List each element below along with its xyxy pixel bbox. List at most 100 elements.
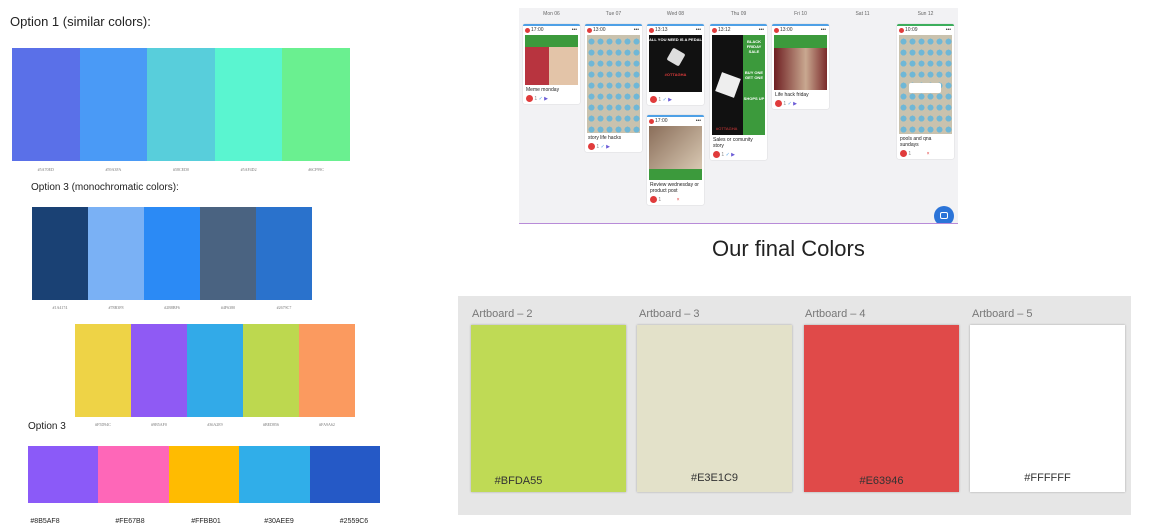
artboard-panel: Artboard – 2 #BFDA55 Artboard – 3 #E3E1C… [458, 296, 1131, 515]
comment-count: 1 [783, 101, 787, 107]
day-label-fri: Fri 10 [794, 11, 807, 17]
chat-icon[interactable] [934, 206, 954, 223]
ad-brand: #OTTAGHA [664, 72, 687, 77]
avatar [588, 143, 595, 151]
post-card-sun[interactable]: 10:09 ••• pools and qna sundays 1 × [897, 24, 954, 159]
hex-label: #1A4174 [52, 305, 68, 310]
hex-label: #9B5AF0 [151, 422, 167, 427]
ad-brand: #OTTAGHA [716, 126, 738, 131]
artboard-4-hex: #E63946 [859, 475, 904, 487]
avatar [650, 196, 657, 204]
final-colors-title: Our final Colors [712, 236, 865, 261]
card-time: 13:12 [718, 27, 731, 33]
post-card-mon[interactable]: 17:00 ••• Meme monday 1 ✓ ▶ [523, 24, 580, 104]
artboard-4-title: Artboard – 4 [805, 308, 866, 320]
send-icon[interactable]: ▶ [544, 96, 548, 102]
check-icon[interactable]: ✓ [539, 96, 543, 102]
option3-hex-labels: #8B5AF8 #FE67B8 #FFBB01 #30AEE9 #2559C6 [28, 518, 380, 528]
hex-label: #78B3F8 [108, 305, 124, 310]
bright-hex-labels: #F5D94C #9B5AF0 #36A2E9 #BED856 #FA9A62 [75, 422, 355, 427]
close-icon[interactable]: × [677, 197, 680, 203]
more-icon[interactable]: ••• [759, 26, 764, 35]
droplet-poll-image [899, 35, 952, 134]
hex-label: #2679C7 [276, 305, 292, 310]
meme-header-image [525, 35, 578, 47]
comment-count: 1 [658, 197, 662, 203]
option3-hex-1: #8B5AF8 [30, 518, 60, 525]
send-icon[interactable]: ▶ [793, 101, 797, 107]
color-swatch [88, 207, 144, 300]
avatar [526, 95, 533, 103]
post-card-fri[interactable]: 13:00 ••• Life hack friday 1 ✓ ▶ [772, 24, 829, 109]
review-banner [649, 169, 702, 180]
lifehack-photo [774, 48, 827, 90]
day-label-mon: Mon 06 [543, 11, 560, 17]
color-swatch [147, 48, 215, 161]
artboard-5-hex: #FFFFFF [1024, 472, 1071, 484]
more-icon[interactable]: ••• [821, 26, 826, 35]
artboard-2-swatch[interactable]: #BFDA55 [471, 325, 626, 492]
day-label-wed: Wed 08 [666, 11, 685, 17]
more-icon[interactable]: ••• [696, 26, 701, 35]
hex-label: #FA9A62 [319, 422, 335, 427]
hex-label: #F5D94C [95, 422, 111, 427]
day-column-sun: Sun 12 10:09 ••• pools and qna sundays 1 … [895, 8, 956, 223]
check-icon[interactable]: ✓ [788, 101, 792, 107]
poll-widget [909, 83, 941, 93]
ad-headline: BLACK FRIDAY SALE [746, 39, 762, 54]
check-icon[interactable]: ✓ [726, 152, 730, 158]
send-icon[interactable]: ▶ [606, 144, 610, 150]
artboard-3-swatch[interactable]: #E3E1C9 [637, 325, 792, 492]
card-time: 10:09 [905, 27, 918, 33]
day-column-wed: Wed 08 13:13 ••• ALL YOU NEED IS A PEDAL … [645, 8, 706, 223]
day-label-thu: Thu 09 [730, 11, 747, 17]
hex-label: #BED856 [263, 422, 279, 427]
artboard-2-title: Artboard – 2 [472, 308, 533, 320]
card-time: 13:00 [780, 27, 793, 33]
send-icon[interactable]: ▶ [731, 152, 735, 158]
day-label-sat: Sat 11 [855, 11, 870, 17]
color-swatch [32, 207, 88, 300]
avatar [650, 96, 657, 104]
more-icon[interactable]: ••• [696, 117, 701, 126]
post-card-wed-2[interactable]: 17:00 ••• Review wednesday or product pos… [647, 115, 704, 205]
day-column-thu: Thu 09 13:12 ••• #OTTAGHA BLACK FRIDAY SA… [708, 8, 769, 223]
hex-label: #2B8BF6 [164, 305, 180, 310]
comment-count: 1 [908, 151, 912, 157]
post-card-wed-1[interactable]: 13:13 ••• ALL YOU NEED IS A PEDAL #OTTAGH… [647, 24, 704, 105]
card-time: 13:13 [655, 27, 668, 33]
color-swatch [243, 324, 299, 417]
day-column-mon: Mon 06 17:00 ••• Meme monday 1 ✓ ▶ [521, 8, 582, 223]
card-caption: pools and qna sundays [900, 136, 932, 148]
send-icon[interactable]: ▶ [668, 97, 672, 103]
artboard-4-swatch[interactable]: #E63946 [804, 325, 959, 492]
color-swatch [131, 324, 187, 417]
hex-label: #4F6380 [220, 305, 236, 310]
more-icon[interactable]: ••• [572, 26, 577, 35]
more-icon[interactable]: ••• [946, 26, 951, 35]
close-icon[interactable]: × [927, 151, 930, 157]
pedal-graphic [715, 72, 741, 98]
more-icon[interactable]: ••• [634, 26, 639, 35]
ad-green-panel: BLACK FRIDAY SALE BUY ONE GET ONE SHOPS … [743, 35, 765, 135]
post-card-tue[interactable]: 13:00 ••• story life hacks 1 ✓ ▶ [585, 24, 642, 152]
comment-count: 1 [658, 97, 662, 103]
post-card-thu[interactable]: 13:12 ••• #OTTAGHA BLACK FRIDAY SALE BUY … [710, 24, 767, 160]
day-label-tue: Tue 07 [605, 11, 622, 17]
content-calendar: Mon 06 17:00 ••• Meme monday 1 ✓ ▶ Tue 07… [519, 8, 958, 224]
card-time: 17:00 [655, 118, 668, 124]
ad-dark-panel: #OTTAGHA [712, 35, 743, 135]
card-caption: Meme monday [526, 87, 560, 93]
hex-label: #5AF4D2 [240, 167, 257, 172]
option3-mono-title: Option 3 (monochromatic colors): [31, 182, 179, 193]
artboard-5-swatch[interactable]: #FFFFFF [970, 325, 1125, 492]
color-swatch [98, 446, 169, 503]
color-swatch [256, 207, 312, 300]
color-swatch [79, 48, 148, 161]
check-icon[interactable]: ✓ [601, 144, 605, 150]
check-icon[interactable]: ✓ [663, 97, 667, 103]
comment-count: 1 [534, 96, 538, 102]
option3-hex-2: #FE67B8 [115, 518, 145, 525]
hex-label: #6CF99C [308, 167, 324, 172]
option1-title: Option 1 (similar colors): [10, 14, 151, 29]
